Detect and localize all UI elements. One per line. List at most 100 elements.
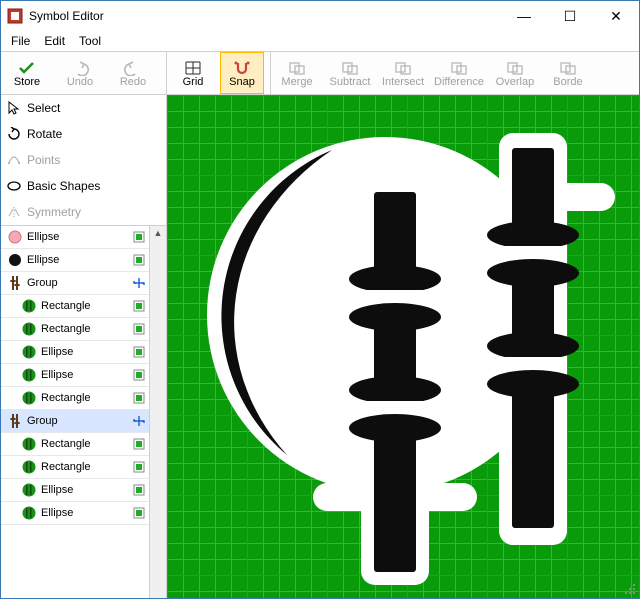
toolbar-overlap-label: Overlap bbox=[496, 77, 535, 88]
grid-icon bbox=[184, 59, 202, 77]
shape-row[interactable]: Ellipse bbox=[1, 226, 149, 249]
toolbar-redo-button: Redo bbox=[107, 52, 160, 94]
shape-badge-icon bbox=[133, 277, 145, 289]
shape-type-icon bbox=[7, 275, 23, 291]
tool-select[interactable]: Select bbox=[1, 95, 166, 121]
shape-row[interactable]: Rectangle bbox=[1, 318, 149, 341]
toolbar-intersect-label: Intersect bbox=[382, 77, 424, 88]
toolbar-subtract-button: Subtract bbox=[324, 52, 377, 94]
shape-badge-icon bbox=[133, 392, 145, 404]
canvas-artwork bbox=[167, 95, 639, 600]
shape-row[interactable]: Rectangle bbox=[1, 456, 149, 479]
toolbar-grid-label: Grid bbox=[183, 77, 204, 88]
redo-icon bbox=[124, 59, 142, 77]
shape-type-icon bbox=[7, 229, 23, 245]
shape-label: Ellipse bbox=[27, 231, 59, 243]
symmetry-icon bbox=[7, 205, 21, 219]
scroll-up-icon: ▲ bbox=[154, 228, 163, 238]
subtract-icon bbox=[341, 59, 359, 77]
toolbar-undo-label: Undo bbox=[67, 77, 93, 88]
shape-row[interactable]: Ellipse bbox=[1, 502, 149, 525]
shape-label: Rectangle bbox=[41, 300, 91, 312]
toolbar-store-label: Store bbox=[14, 77, 40, 88]
tool-basic-shapes[interactable]: Basic Shapes bbox=[1, 173, 166, 199]
shape-type-icon bbox=[21, 505, 37, 521]
border-icon bbox=[559, 59, 577, 77]
tool-label: Symmetry bbox=[27, 205, 81, 219]
shape-row[interactable]: Group bbox=[1, 410, 149, 433]
tree-scrollbar[interactable]: ▲ bbox=[149, 226, 166, 598]
tool-label: Rotate bbox=[27, 127, 62, 141]
shape-badge-icon bbox=[133, 484, 145, 496]
shape-badge-icon bbox=[133, 346, 145, 358]
menubar: File Edit Tool bbox=[1, 31, 639, 51]
maximize-button[interactable]: ☐ bbox=[547, 1, 593, 31]
shape-type-icon bbox=[7, 252, 23, 268]
shape-tree: Ellipse Ellipse Group Rectangle Rectangle Ell… bbox=[1, 226, 166, 598]
undo-icon bbox=[71, 59, 89, 77]
shape-label: Rectangle bbox=[41, 438, 91, 450]
shape-row[interactable]: Ellipse bbox=[1, 249, 149, 272]
menu-edit[interactable]: Edit bbox=[38, 32, 71, 50]
tool-points: Points bbox=[1, 147, 166, 173]
toolbar-store-button[interactable]: Store bbox=[1, 52, 54, 94]
tool-label: Points bbox=[27, 153, 60, 167]
titlebar: Symbol Editor — ☐ ✕ bbox=[1, 1, 639, 31]
minimize-button[interactable]: — bbox=[501, 1, 547, 31]
tool-label: Select bbox=[27, 101, 60, 115]
shape-badge-icon bbox=[133, 438, 145, 450]
shape-type-icon bbox=[21, 482, 37, 498]
shape-badge-icon bbox=[133, 507, 145, 519]
toolbar-border-button: Borde bbox=[542, 52, 595, 94]
merge-icon bbox=[288, 59, 306, 77]
shape-badge-icon bbox=[133, 461, 145, 473]
toolbar-subtract-label: Subtract bbox=[330, 77, 371, 88]
menu-tool[interactable]: Tool bbox=[73, 32, 107, 50]
window-title: Symbol Editor bbox=[29, 9, 501, 23]
tool-symmetry: Symmetry bbox=[1, 199, 166, 225]
toolbar-grid-button[interactable]: Grid bbox=[167, 52, 220, 94]
shape-label: Ellipse bbox=[27, 254, 59, 266]
shape-badge-icon bbox=[133, 254, 145, 266]
snap-icon bbox=[233, 59, 251, 77]
app-icon bbox=[7, 8, 23, 24]
shape-badge-icon bbox=[133, 300, 145, 312]
shape-type-icon bbox=[21, 459, 37, 475]
close-button[interactable]: ✕ bbox=[593, 1, 639, 31]
shape-row[interactable]: Ellipse bbox=[1, 364, 149, 387]
toolbar-difference-label: Difference bbox=[434, 77, 484, 88]
toolbar: Store Undo Redo Grid SnapMerge Subtract Inters… bbox=[1, 51, 639, 95]
toolbar-undo-button: Undo bbox=[54, 52, 107, 94]
shape-badge-icon bbox=[133, 369, 145, 381]
intersect-icon bbox=[394, 59, 412, 77]
tool-label: Basic Shapes bbox=[27, 179, 100, 193]
shape-type-icon bbox=[21, 344, 37, 360]
tool-panel: Select Rotate Points Basic Shapes Symmetry bbox=[1, 95, 166, 226]
shape-label: Ellipse bbox=[41, 369, 73, 381]
check-icon bbox=[18, 59, 36, 77]
resize-grip-icon[interactable] bbox=[625, 584, 637, 596]
shape-row[interactable]: Ellipse bbox=[1, 479, 149, 502]
toolbar-intersect-button: Intersect bbox=[377, 52, 430, 94]
shape-label: Rectangle bbox=[41, 323, 91, 335]
canvas[interactable] bbox=[167, 95, 639, 598]
shape-label: Rectangle bbox=[41, 392, 91, 404]
shape-row[interactable]: Ellipse bbox=[1, 341, 149, 364]
menu-file[interactable]: File bbox=[5, 32, 36, 50]
tool-rotate[interactable]: Rotate bbox=[1, 121, 166, 147]
shape-type-icon bbox=[21, 436, 37, 452]
shape-label: Rectangle bbox=[41, 461, 91, 473]
cursor-icon bbox=[7, 101, 21, 115]
toolbar-merge-button: Merge bbox=[271, 52, 324, 94]
shape-row[interactable]: Rectangle bbox=[1, 295, 149, 318]
shape-label: Ellipse bbox=[41, 484, 73, 496]
difference-icon bbox=[450, 59, 468, 77]
toolbar-difference-button: Difference bbox=[430, 52, 489, 94]
shape-type-icon bbox=[21, 390, 37, 406]
toolbar-snap-button[interactable]: Snap bbox=[220, 52, 264, 94]
points-icon bbox=[7, 153, 21, 167]
shape-row[interactable]: Group bbox=[1, 272, 149, 295]
shape-row[interactable]: Rectangle bbox=[1, 433, 149, 456]
shape-row[interactable]: Rectangle bbox=[1, 387, 149, 410]
ellipse-outline-icon bbox=[7, 179, 21, 193]
